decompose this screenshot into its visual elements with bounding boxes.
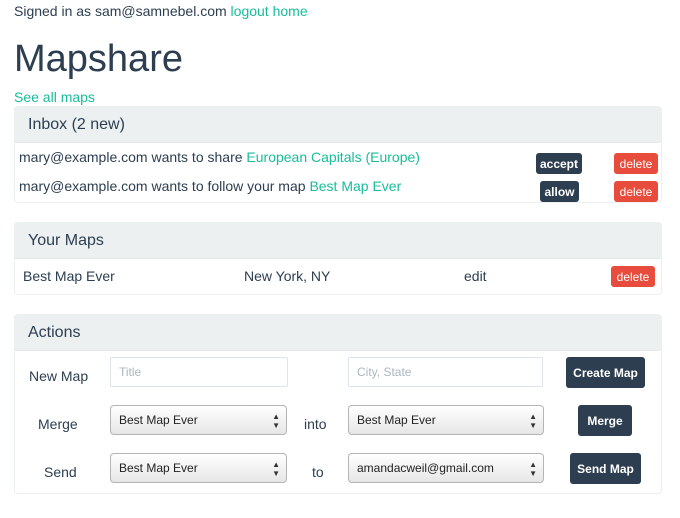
send-label: Send <box>44 464 77 480</box>
your-maps-heading: Your Maps <box>15 223 661 259</box>
new-map-row: New Map Create Map <box>15 351 661 399</box>
city-state-input[interactable] <box>348 357 543 387</box>
send-map-value: Best Map Ever <box>119 461 198 475</box>
map-edit-link[interactable]: edit <box>464 268 487 284</box>
inbox-item-map-link[interactable]: Best Map Ever <box>309 178 401 194</box>
send-recipient-value: amandacweil@gmail.com <box>357 461 494 475</box>
signed-in-bar: Signed in as sam@samnebel.com logout hom… <box>14 2 308 20</box>
send-row: Send Best Map Ever ▲ ▼ to amandacweil@gma… <box>15 447 661 495</box>
page-title: Mapshare <box>14 38 183 80</box>
up-down-arrows-icon: ▲ ▼ <box>272 460 280 478</box>
send-map-button[interactable]: Send Map <box>570 453 641 484</box>
allow-button[interactable]: allow <box>540 181 579 202</box>
map-name-link[interactable]: Best Map Ever <box>23 268 115 284</box>
actions-panel: Actions New Map Create Map Merge Best Ma… <box>14 314 662 494</box>
send-recipient-select[interactable]: amandacweil@gmail.com ▲ ▼ <box>348 453 544 483</box>
merge-into-label: into <box>304 416 327 432</box>
merge-into-value: Best Map Ever <box>357 413 436 427</box>
signed-in-text: Signed in as sam@samnebel.com <box>14 3 227 19</box>
inbox-item: mary@example.com wants to share European… <box>15 143 661 174</box>
merge-into-select[interactable]: Best Map Ever ▲ ▼ <box>348 405 544 435</box>
see-all-maps-link[interactable]: See all maps <box>14 88 95 106</box>
map-row: Best Map Ever New York, NY edit delete <box>15 259 661 295</box>
your-maps-panel: Your Maps Best Map Ever New York, NY edi… <box>14 222 662 295</box>
logout-link[interactable]: logout <box>231 3 269 19</box>
inbox-heading: Inbox (2 new) <box>15 107 661 143</box>
up-down-arrows-icon: ▲ ▼ <box>272 412 280 430</box>
inbox-item-text: mary@example.com wants to share European… <box>19 149 420 165</box>
new-map-label: New Map <box>29 368 89 384</box>
merge-from-select[interactable]: Best Map Ever ▲ ▼ <box>110 405 287 435</box>
up-down-arrows-icon: ▲ ▼ <box>529 460 537 478</box>
inbox-item-text: mary@example.com wants to follow your ma… <box>19 178 401 194</box>
merge-from-value: Best Map Ever <box>119 413 198 427</box>
create-map-button[interactable]: Create Map <box>566 357 645 388</box>
delete-map-button[interactable]: delete <box>611 266 655 287</box>
inbox-item-message: mary@example.com wants to share <box>19 149 243 165</box>
merge-row: Merge Best Map Ever ▲ ▼ into Best Map Eve… <box>15 399 661 447</box>
map-location: New York, NY <box>244 268 331 284</box>
inbox-item-map-link[interactable]: European Capitals (Europe) <box>246 149 420 165</box>
actions-heading: Actions <box>15 315 661 351</box>
inbox-item-message: mary@example.com wants to follow your ma… <box>19 178 306 194</box>
send-to-label: to <box>312 464 324 480</box>
inbox-item: mary@example.com wants to follow your ma… <box>15 171 661 202</box>
send-map-select[interactable]: Best Map Ever ▲ ▼ <box>110 453 287 483</box>
map-title-input[interactable] <box>110 357 288 387</box>
merge-label: Merge <box>38 416 78 432</box>
home-link[interactable]: home <box>273 3 308 19</box>
up-down-arrows-icon: ▲ ▼ <box>529 412 537 430</box>
delete-button[interactable]: delete <box>614 181 658 202</box>
inbox-panel: Inbox (2 new) mary@example.com wants to … <box>14 106 662 203</box>
merge-button[interactable]: Merge <box>578 405 632 436</box>
